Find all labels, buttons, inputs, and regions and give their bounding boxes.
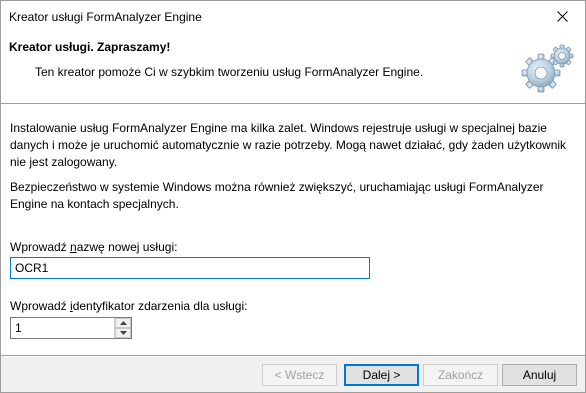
service-name-input[interactable]: OCR1 [10,257,370,279]
event-id-stepper[interactable]: 1 [10,317,132,339]
close-icon [556,10,568,22]
arrow-up-icon [119,321,127,325]
security-paragraph: Bezpieczeństwo w systemie Windows można … [10,180,544,211]
back-button[interactable]: < Wstecz [262,364,337,386]
wizard-window: Kreator usługi FormAnalyzer Engine Kreat… [0,0,586,393]
next-button[interactable]: Dalej > [344,364,419,386]
footer-separator [1,355,585,357]
service-name-label: Wprowadź nazwę nowej usługi: [10,240,178,254]
intro-paragraph: Instalowanie usług FormAnalyzer Engine m… [10,121,567,169]
spin-down-button[interactable] [115,328,131,338]
spin-up-button[interactable] [115,318,131,328]
event-id-value[interactable]: 1 [15,321,22,335]
title-bar: Kreator usługi FormAnalyzer Engine [1,1,585,31]
wizard-content: Instalowanie usług FormAnalyzer Engine m… [1,105,585,355]
cancel-button[interactable]: Anuluj [502,364,577,386]
gears-icon [521,44,574,93]
finish-button[interactable]: Zakończ [423,364,498,386]
header-subtitle: Ten kreator pomoże Ci w szybkim tworzeni… [35,65,424,79]
event-id-label: Wprowadź identyfikator zdarzenia dla usł… [10,299,248,313]
wizard-header: Kreator usługi. Zapraszamy! Ten kreator … [1,31,585,103]
window-title: Kreator usługi FormAnalyzer Engine [9,10,202,24]
header-title: Kreator usługi. Zapraszamy! [9,40,171,54]
close-button[interactable] [539,1,585,31]
arrow-down-icon [119,331,127,335]
spin-buttons [114,318,131,338]
